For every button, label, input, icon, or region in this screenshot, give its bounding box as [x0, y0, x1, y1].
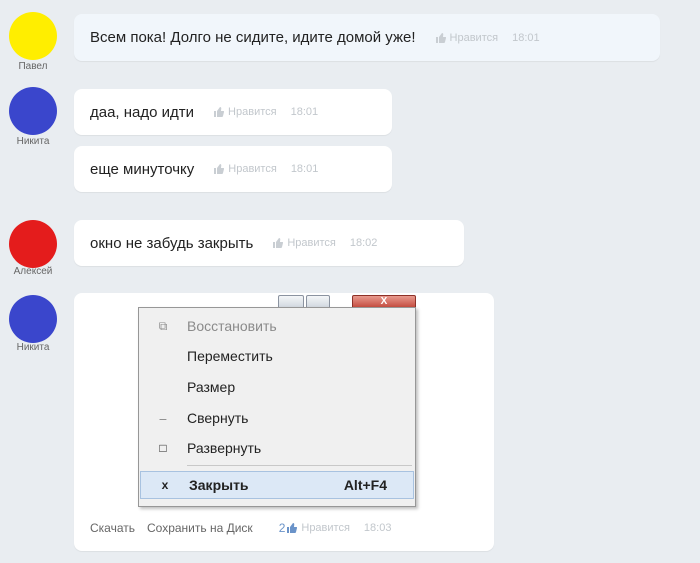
- message-bubble: Всем пока! Долго не сидите, идите домой …: [74, 14, 660, 61]
- like-button[interactable]: Нравится: [228, 106, 277, 118]
- avatar-pavel[interactable]: [9, 12, 57, 60]
- menu-item-label: Развернуть: [187, 440, 262, 456]
- like-button[interactable]: Нравится: [287, 237, 336, 249]
- username-pavel[interactable]: Павел: [3, 61, 63, 72]
- minimize-icon: _: [159, 407, 167, 421]
- download-link[interactable]: Скачать: [90, 521, 135, 535]
- menu-item-label: Восстановить: [187, 318, 277, 334]
- message-bubble: еще минуточку Нравится 18:01: [74, 146, 392, 192]
- maximize-icon: □: [159, 441, 167, 455]
- message-text: еще минуточку: [90, 160, 195, 178]
- message-time: 18:01: [290, 106, 319, 118]
- like-button[interactable]: Нравится: [228, 163, 277, 175]
- avatar-nikita[interactable]: [9, 87, 57, 135]
- menu-item-maximize: □ Развернуть: [139, 434, 415, 462]
- like-button[interactable]: Нравится: [450, 32, 499, 44]
- message-meta: Нравится 18:01: [214, 106, 318, 118]
- message-time: 18:01: [512, 31, 540, 44]
- like-count: 2: [278, 521, 286, 535]
- menu-item-move: Переместить: [139, 342, 415, 370]
- menu-separator: [187, 465, 412, 466]
- message-time: 18:02: [349, 237, 378, 249]
- avatar-aleksey[interactable]: [9, 220, 57, 268]
- message-meta: 2 Нравится 18:03: [279, 521, 392, 535]
- message-time: 18:03: [363, 522, 392, 534]
- menu-item-label: Закрыть: [189, 477, 249, 493]
- menu-item-label: Переместить: [187, 348, 273, 364]
- close-icon: x: [161, 478, 169, 492]
- message-text: даа, надо идти: [90, 103, 195, 121]
- message-bubble: окно не забудь закрыть Нравится 18:02: [74, 220, 464, 266]
- window-menu-screenshot[interactable]: X ⧉ Восстановить Переместить Размер _ Св…: [138, 293, 422, 507]
- thumbs-up-icon[interactable]: [214, 164, 225, 174]
- message-bubble: даа, надо идти Нравится 18:01: [74, 89, 392, 135]
- message-text: Всем пока! Долго не сидите, идите домой …: [90, 29, 416, 46]
- message-meta: Нравится 18:02: [273, 237, 377, 249]
- window-system-menu: ⧉ Восстановить Переместить Размер _ Свер…: [138, 307, 416, 507]
- restore-icon: ⧉: [158, 318, 168, 333]
- image-footer: Скачать Сохранить на Диск 2 Нравится 18:…: [90, 521, 391, 535]
- username-aleksey[interactable]: Алексей: [3, 266, 63, 277]
- menu-item-close: x Закрыть Alt+F4: [140, 471, 414, 499]
- menu-item-minimize: _ Свернуть: [139, 404, 415, 432]
- message-meta: Нравится 18:01: [214, 163, 318, 175]
- like-button[interactable]: Нравится: [301, 522, 350, 534]
- thumbs-up-icon[interactable]: [287, 523, 298, 533]
- avatar-nikita[interactable]: [9, 295, 57, 343]
- thumbs-up-icon[interactable]: [214, 107, 225, 117]
- message-meta: Нравится 18:01: [435, 31, 540, 44]
- menu-item-shortcut: Alt+F4: [343, 477, 387, 493]
- username-nikita[interactable]: Никита: [3, 342, 63, 353]
- menu-item-label: Свернуть: [187, 410, 249, 426]
- menu-item-restore: ⧉ Восстановить: [139, 312, 415, 340]
- menu-item-label: Размер: [187, 379, 236, 395]
- thumbs-up-icon[interactable]: [273, 238, 284, 248]
- menu-item-size: Размер: [139, 373, 415, 401]
- username-nikita[interactable]: Никита: [3, 136, 63, 147]
- thumbs-up-icon[interactable]: [435, 32, 446, 43]
- message-text: окно не забудь закрыть: [90, 234, 254, 252]
- save-to-disk-link[interactable]: Сохранить на Диск: [147, 521, 253, 535]
- message-time: 18:01: [290, 163, 319, 175]
